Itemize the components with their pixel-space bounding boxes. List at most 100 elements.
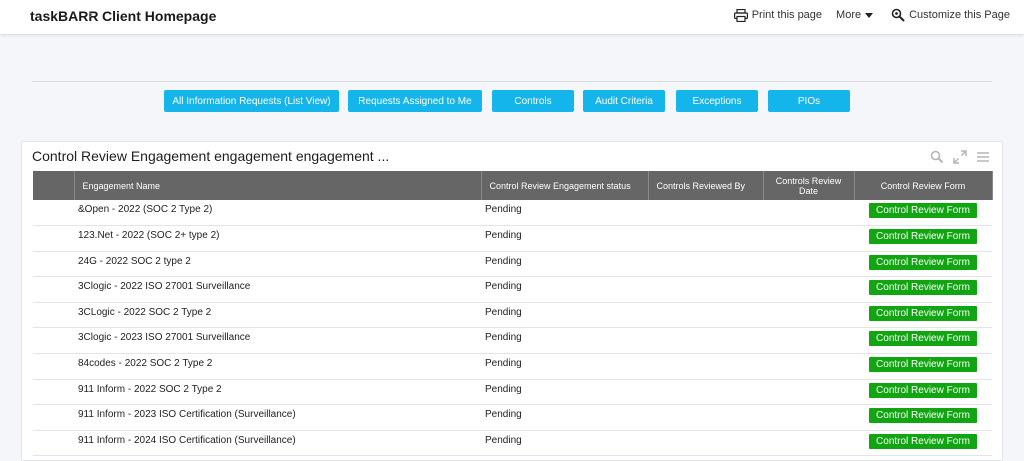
status-cell: Pending [481, 404, 648, 431]
top-actions: Print this page More Customize this Page [720, 8, 1010, 22]
more-menu-button[interactable]: More [836, 9, 877, 21]
row-blank-cell [33, 200, 74, 227]
review-form-cell: Control Review Form [854, 430, 992, 457]
table-row: &Open - 2022 (SOC 2 Type 2) Pending Contro… [33, 200, 992, 227]
expand-icon[interactable] [953, 150, 967, 164]
control-review-form-button[interactable]: Control Review Form [869, 254, 977, 270]
row-blank-cell [33, 327, 74, 355]
column-header-reviewed-by[interactable]: Controls Reviewed By [648, 171, 764, 200]
audit-criteria-button[interactable]: Audit Criteria [583, 90, 665, 112]
status-cell: Pending [481, 379, 648, 406]
review-date-cell [763, 353, 854, 380]
review-date-cell [763, 200, 854, 227]
engagement-name-cell[interactable]: 911 Inform - 2023 ISO Certification (Sur… [74, 404, 481, 431]
column-header-engagement-name[interactable]: Engagement Name [74, 171, 482, 200]
table-row: 911 Inform - 2023 ISO Certification (Sur… [33, 404, 992, 431]
review-form-cell: Control Review Form [854, 404, 992, 431]
review-date-cell [763, 430, 854, 457]
engagement-name-cell[interactable]: 3CLogic - 2022 SOC 2 Type 2 [74, 302, 481, 329]
review-form-cell: Control Review Form [854, 200, 992, 227]
print-page-label: Print this page [751, 9, 823, 21]
review-form-cell: Control Review Form [854, 251, 992, 278]
page-title: Client Homepage [102, 8, 217, 24]
control-review-form-button[interactable]: Control Review Form [869, 331, 977, 347]
control-review-form-button[interactable]: Control Review Form [869, 408, 977, 424]
review-date-cell [763, 225, 854, 252]
control-review-form-button[interactable]: Control Review Form [869, 280, 977, 296]
requests-assigned-to-me-button[interactable]: Requests Assigned to Me [348, 90, 482, 112]
table-row: 911 Inform - 2024 ISO Certification (Sur… [33, 430, 992, 457]
column-header-status[interactable]: Control Review Engagement status [481, 171, 649, 200]
report-title[interactable]: Control Review Engagement engagement eng… [32, 148, 389, 164]
engagement-name-cell[interactable]: 911 Inform - 2022 SOC 2 Type 2 [74, 379, 481, 406]
all-information-requests-button[interactable]: All Information Requests (List View) [164, 90, 339, 112]
reviewed-by-cell [648, 430, 763, 457]
pios-button[interactable]: PIOs [768, 90, 850, 112]
status-cell: Pending [481, 302, 648, 329]
search-icon[interactable] [930, 150, 944, 164]
row-blank-cell [33, 302, 74, 329]
hamburger-menu-icon[interactable] [976, 150, 990, 164]
reviewed-by-cell [648, 225, 763, 252]
review-form-cell: Control Review Form [854, 276, 992, 303]
row-blank-cell [33, 379, 74, 406]
caret-down-icon [865, 12, 874, 18]
control-review-form-button[interactable]: Control Review Form [869, 433, 977, 449]
engagement-name-cell[interactable]: 24G - 2022 SOC 2 type 2 [74, 251, 481, 278]
table-row: 123.Net - 2022 (SOC 2+ type 2) Pending Con… [33, 225, 992, 252]
print-page-button[interactable]: Print this page [733, 8, 823, 22]
breadcrumb-separator: › [89, 9, 93, 21]
table-row: 84codes - 2022 SOC 2 Type 2 Pending Contro… [33, 353, 992, 380]
status-cell: Pending [481, 276, 648, 303]
engagement-name-cell[interactable]: 3Clogic - 2023 ISO 27001 Surveillance [74, 327, 481, 355]
engagement-name-cell[interactable]: 123.Net - 2022 (SOC 2+ type 2) [74, 225, 481, 252]
control-review-form-button[interactable]: Control Review Form [869, 382, 977, 398]
review-form-cell: Control Review Form [854, 353, 992, 380]
control-review-form-button[interactable]: Control Review Form [869, 305, 977, 321]
report-card: Control Review Engagement engagement eng… [21, 141, 1003, 461]
review-form-cell: Control Review Form [854, 302, 992, 329]
table-row: 24G - 2022 SOC 2 type 2 Pending Control Re… [33, 251, 992, 278]
row-blank-cell [33, 404, 74, 431]
row-blank-cell [33, 225, 74, 252]
table-header-row: Engagement Name Control Review Engagemen… [33, 171, 993, 200]
reviewed-by-cell [648, 251, 763, 278]
column-header-blank [33, 171, 75, 200]
control-review-form-button[interactable]: Control Review Form [869, 357, 977, 373]
status-cell: Pending [481, 200, 648, 227]
engagement-name-cell[interactable]: &Open - 2022 (SOC 2 Type 2) [74, 200, 481, 227]
table-row: 911 Inform - 2022 SOC 2 Type 2 Pending Con… [33, 379, 992, 406]
customize-page-label: Customize this Page [909, 9, 1010, 21]
table-row: 3Clogic - 2022 ISO 27001 Surveillance Pen… [33, 276, 992, 303]
report-tools [921, 150, 990, 164]
review-form-cell: Control Review Form [854, 379, 992, 406]
engagement-name-cell[interactable]: 84codes - 2022 SOC 2 Type 2 [74, 353, 481, 380]
review-date-cell [763, 327, 854, 355]
control-review-form-button[interactable]: Control Review Form [869, 229, 977, 245]
control-review-form-button[interactable]: Control Review Form [869, 203, 977, 218]
row-blank-cell [33, 276, 74, 303]
reviewed-by-cell [648, 404, 763, 431]
review-form-cell: Control Review Form [854, 327, 992, 355]
review-form-cell: Control Review Form [854, 225, 992, 252]
reviewed-by-cell [648, 200, 763, 227]
engagement-name-cell[interactable]: 3Clogic - 2022 ISO 27001 Surveillance [74, 276, 481, 303]
engagement-name-cell[interactable]: 911 Inform - 2024 ISO Certification (Sur… [74, 430, 481, 457]
reviewed-by-cell [648, 353, 763, 380]
reviewed-by-cell [648, 302, 763, 329]
exceptions-button[interactable]: Exceptions [676, 90, 758, 112]
customize-page-button[interactable]: Customize this Page [891, 8, 1010, 22]
controls-button[interactable]: Controls [492, 90, 574, 112]
status-cell: Pending [481, 225, 648, 252]
column-header-review-form[interactable]: Control Review Form [854, 171, 993, 200]
printer-icon [733, 8, 748, 22]
review-date-cell [763, 379, 854, 406]
table-row: 3Clogic - 2023 ISO 27001 Surveillance Pen… [33, 327, 992, 355]
section-divider [32, 81, 992, 82]
review-date-cell [763, 276, 854, 303]
reviewed-by-cell [648, 276, 763, 303]
row-blank-cell [33, 353, 74, 380]
column-header-review-date[interactable]: Controls Review Date [763, 171, 855, 200]
row-blank-cell [33, 251, 74, 278]
status-cell: Pending [481, 327, 648, 355]
